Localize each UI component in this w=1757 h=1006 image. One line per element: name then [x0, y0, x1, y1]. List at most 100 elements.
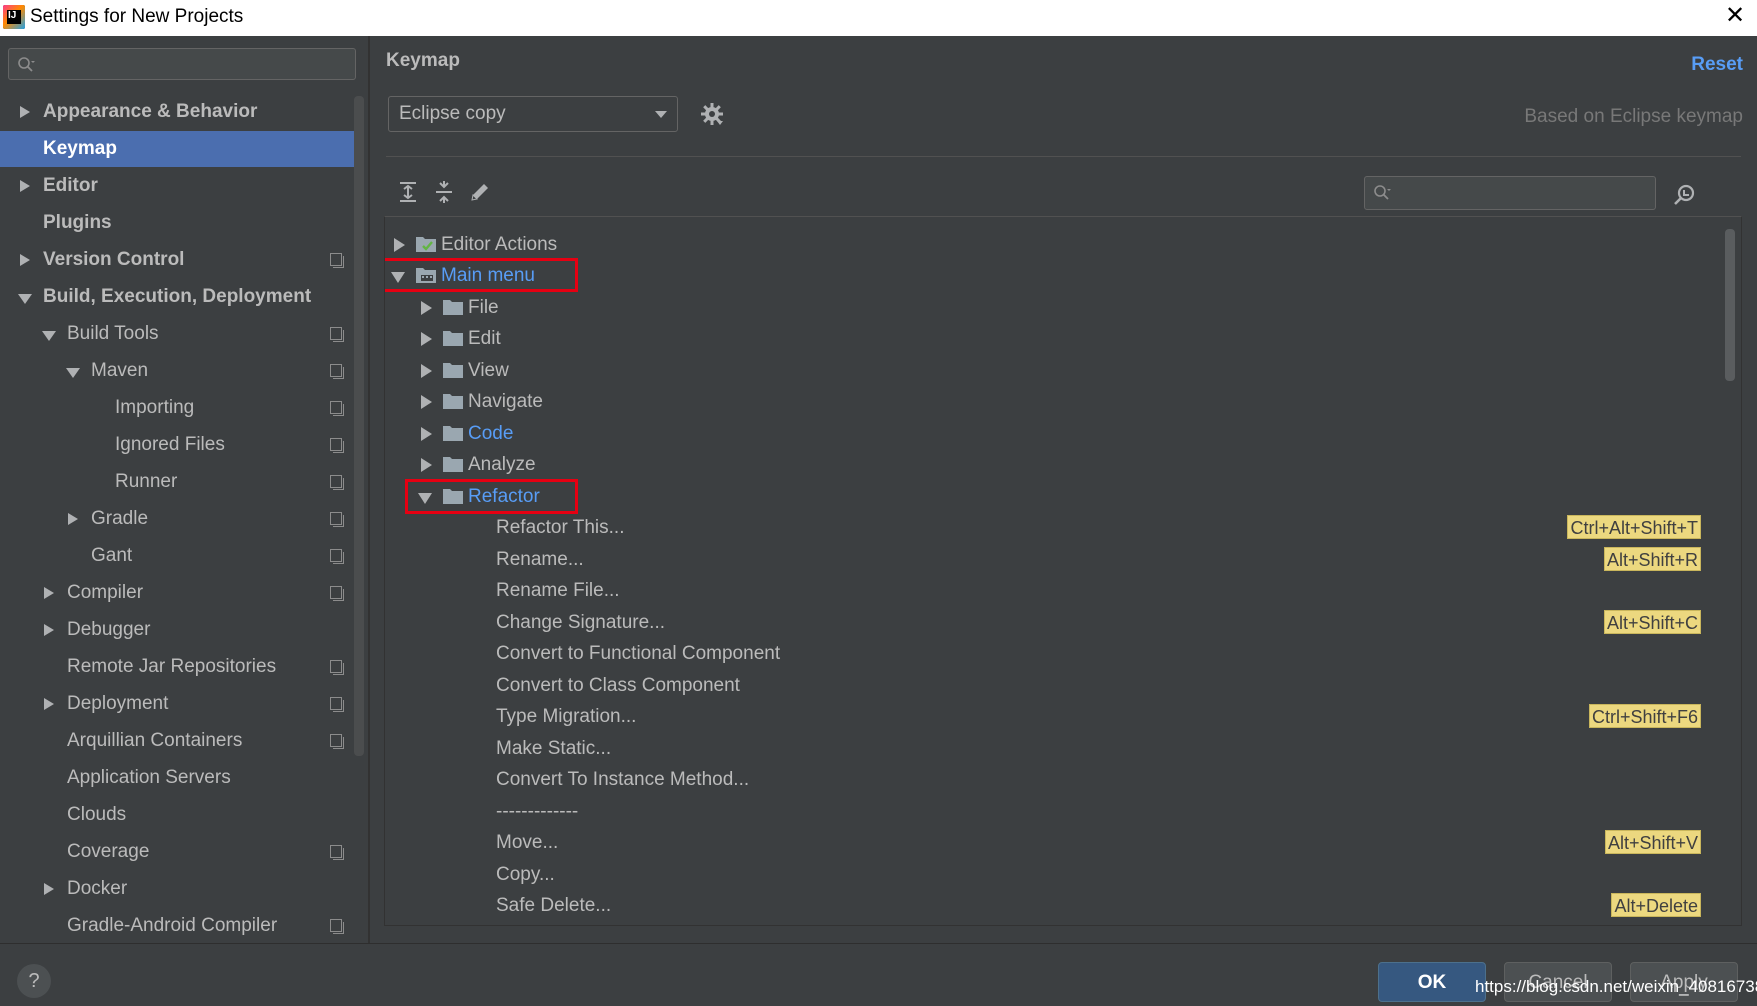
- collapse-arrow-icon[interactable]: [65, 353, 81, 389]
- expand-arrow-icon[interactable]: [418, 418, 434, 449]
- sidebar-item-ignored-files[interactable]: Ignored Files: [0, 427, 360, 463]
- action-label: Rename...: [496, 549, 584, 570]
- sidebar-item-docker[interactable]: Docker: [0, 871, 360, 907]
- tree-node-refactor[interactable]: Refactor: [385, 481, 1725, 512]
- sidebar-item-importing[interactable]: Importing: [0, 390, 360, 426]
- sidebar-item-remote-jar-repositories[interactable]: Remote Jar Repositories: [0, 649, 360, 685]
- sidebar-item-clouds[interactable]: Clouds: [0, 797, 360, 833]
- action-convert-to-instance-method[interactable]: Convert To Instance Method...: [385, 764, 1725, 795]
- find-shortcut-icon[interactable]: [1672, 182, 1698, 208]
- sidebar-item-runner[interactable]: Runner: [0, 464, 360, 500]
- sidebar-item-maven[interactable]: Maven: [0, 353, 360, 389]
- sidebar-item-debugger[interactable]: Debugger: [0, 612, 360, 648]
- collapse-all-icon[interactable]: [432, 180, 456, 204]
- action-rename[interactable]: Rename... Alt+Shift+R: [385, 544, 1725, 575]
- tree-node-code[interactable]: Code: [385, 418, 1725, 449]
- action-label: Convert to Class Component: [496, 675, 740, 696]
- action-make-static[interactable]: Make Static...: [385, 733, 1725, 764]
- sidebar-scrollbar[interactable]: [354, 96, 364, 756]
- keymap-search-input[interactable]: [1364, 176, 1656, 210]
- sidebar-item-label: Gradle: [91, 508, 149, 529]
- action-rename-file[interactable]: Rename File...: [385, 575, 1725, 606]
- sidebar-item-arquillian-containers[interactable]: Arquillian Containers: [0, 723, 360, 759]
- shortcut-badge: Ctrl+Alt+Shift+T: [1567, 515, 1701, 539]
- expand-arrow-icon[interactable]: [41, 612, 57, 648]
- tree-node-editor-actions[interactable]: Editor Actions: [385, 229, 1725, 260]
- tree-node-label: Analyze: [468, 454, 536, 475]
- expand-arrow-icon[interactable]: [41, 686, 57, 722]
- help-button[interactable]: ?: [17, 964, 51, 998]
- action-move[interactable]: Move... Alt+Shift+V: [385, 827, 1725, 858]
- tree-node-main-menu[interactable]: Main menu: [385, 260, 1725, 291]
- sidebar-item-plugins[interactable]: Plugins: [0, 205, 360, 241]
- tree-node-file[interactable]: File: [385, 292, 1725, 323]
- sidebar-item-editor[interactable]: Editor: [0, 168, 360, 204]
- tree-node-navigate[interactable]: Navigate: [385, 386, 1725, 417]
- expand-arrow-icon[interactable]: [65, 501, 81, 537]
- action-convert-to-functional-component[interactable]: Convert to Functional Component: [385, 638, 1725, 669]
- expand-arrow-icon[interactable]: [418, 449, 434, 480]
- sidebar-item-gant[interactable]: Gant: [0, 538, 360, 574]
- action-label: Copy...: [496, 864, 555, 885]
- sidebar-item-label: Deployment: [67, 693, 169, 714]
- reset-link[interactable]: Reset: [1691, 54, 1743, 76]
- sidebar-item-application-servers[interactable]: Application Servers: [0, 760, 360, 796]
- action-refactor-this[interactable]: Refactor This... Ctrl+Alt+Shift+T: [385, 512, 1725, 543]
- close-icon[interactable]: ✕: [1723, 4, 1747, 28]
- keymap-select[interactable]: Eclipse copy: [388, 96, 678, 132]
- action-type-migration[interactable]: Type Migration... Ctrl+Shift+F6: [385, 701, 1725, 732]
- expand-arrow-icon[interactable]: [17, 242, 33, 278]
- expand-arrow-icon[interactable]: [418, 386, 434, 417]
- tree-scrollbar[interactable]: [1725, 229, 1735, 381]
- settings-search-input[interactable]: [8, 48, 356, 80]
- expand-all-icon[interactable]: [396, 180, 420, 204]
- sidebar-item-coverage[interactable]: Coverage: [0, 834, 360, 870]
- sidebar-item-appearance-behavior[interactable]: Appearance & Behavior: [0, 94, 360, 130]
- sidebar-item-label: Keymap: [43, 138, 117, 159]
- project-settings-icon: [330, 586, 344, 601]
- expand-arrow-icon[interactable]: [41, 871, 57, 907]
- action-copy[interactable]: Copy...: [385, 859, 1725, 890]
- sidebar-item-gradle[interactable]: Gradle: [0, 501, 360, 537]
- action-safe-delete[interactable]: Safe Delete... Alt+Delete: [385, 890, 1725, 921]
- tree-node-view[interactable]: View: [385, 355, 1725, 386]
- tree-node-analyze[interactable]: Analyze: [385, 449, 1725, 480]
- expand-arrow-icon[interactable]: [17, 168, 33, 204]
- project-settings-icon: [330, 401, 344, 416]
- expand-arrow-icon[interactable]: [418, 355, 434, 386]
- shortcut-badge: Alt+Delete: [1611, 893, 1701, 917]
- expand-arrow-icon[interactable]: [41, 575, 57, 611]
- expand-arrow-icon[interactable]: [418, 323, 434, 354]
- action-label: Convert To Instance Method...: [496, 769, 750, 790]
- sidebar-item-build-execution-deployment[interactable]: Build, Execution, Deployment: [0, 279, 360, 315]
- expand-arrow-icon[interactable]: [17, 94, 33, 130]
- expand-arrow-icon[interactable]: [418, 292, 434, 323]
- settings-sidebar: Appearance & Behavior Keymap Editor Plug…: [0, 36, 370, 943]
- folder-icon: [443, 394, 463, 409]
- sidebar-item-build-tools[interactable]: Build Tools: [0, 316, 360, 352]
- sidebar-item-compiler[interactable]: Compiler: [0, 575, 360, 611]
- chevron-down-icon: [655, 111, 667, 118]
- tree-node-edit[interactable]: Edit: [385, 323, 1725, 354]
- sidebar-item-version-control[interactable]: Version Control: [0, 242, 360, 278]
- sidebar-item-gradle-android-compiler[interactable]: Gradle-Android Compiler: [0, 908, 360, 943]
- project-settings-icon: [330, 549, 344, 564]
- sidebar-item-label: Debugger: [67, 619, 151, 640]
- sidebar-item-label: Editor: [43, 175, 98, 196]
- gear-icon[interactable]: [700, 102, 724, 126]
- action-change-signature[interactable]: Change Signature... Alt+Shift+C: [385, 607, 1725, 638]
- shortcut-badge: Alt+Shift+V: [1604, 830, 1701, 854]
- sidebar-item-keymap[interactable]: Keymap: [0, 131, 360, 167]
- separator-label: -------------: [496, 801, 579, 822]
- action-convert-to-class-component[interactable]: Convert to Class Component: [385, 670, 1725, 701]
- dialog-footer: ? OK Cancel Apply https://blog.csdn.net/…: [0, 943, 1757, 1006]
- expand-arrow-icon[interactable]: [391, 229, 407, 260]
- collapse-arrow-icon[interactable]: [17, 279, 33, 315]
- collapse-arrow-icon[interactable]: [41, 316, 57, 352]
- edit-pencil-icon[interactable]: [468, 180, 492, 204]
- ok-button[interactable]: OK: [1378, 962, 1486, 1002]
- tree-node-label: Editor Actions: [441, 234, 558, 255]
- action-label: Refactor This...: [496, 517, 625, 538]
- sidebar-item-label: Build Tools: [67, 323, 159, 344]
- sidebar-item-deployment[interactable]: Deployment: [0, 686, 360, 722]
